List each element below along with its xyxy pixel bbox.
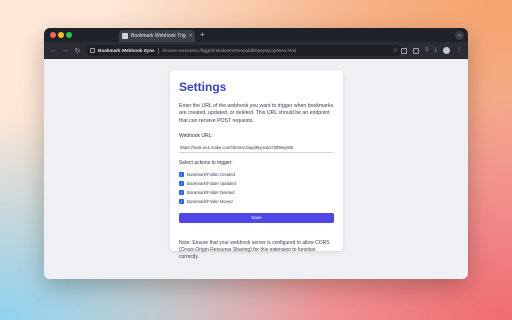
menu-icon[interactable]: ⋮	[456, 46, 462, 55]
tab-active[interactable]: Bookmark Webhook Trigger ×	[119, 30, 195, 42]
save-button[interactable]: Save	[179, 213, 334, 224]
actions-label: Select actions to trigger:	[179, 160, 233, 167]
media-icon[interactable]: ≡	[425, 46, 429, 55]
forward-icon[interactable]: →	[60, 47, 71, 55]
page-content: Settings Enter the URL of the webhook yo…	[44, 59, 468, 279]
checkbox-created-label: Bookmark/Folder Created	[187, 172, 235, 178]
action-moved-row[interactable]: ✓ Bookmark/Folder Moved	[179, 197, 334, 206]
tab-close-icon[interactable]: ×	[189, 33, 192, 39]
reload-icon[interactable]: ↻	[72, 47, 83, 55]
download-icon[interactable]: ⤓	[434, 46, 437, 55]
checkbox-deleted-label: Bookmark/Folder Deleted	[187, 190, 235, 196]
extension-puzzle-icon[interactable]	[400, 47, 407, 54]
checkbox-moved[interactable]: ✓	[179, 199, 184, 205]
url-text[interactable]: chrome-extension://bjjgbhmkaloemnhenpald…	[162, 48, 390, 53]
cors-note: Note: Ensure that your webhook server is…	[179, 240, 330, 261]
action-updated-row[interactable]: ✓ Bookmark/Folder Updated	[179, 179, 334, 188]
webhook-url-input[interactable]: https://hook.eu1.make.com/hkcimvctoqd46y…	[179, 143, 334, 154]
bookmark-star-icon[interactable]: ☆	[393, 47, 398, 54]
action-deleted-row[interactable]: ✓ Bookmark/Folder Deleted	[179, 188, 334, 197]
checkbox-updated-label: Bookmark/Folder Updated	[187, 181, 236, 187]
tab-title: Bookmark Webhook Trigger	[131, 33, 186, 39]
site-name: Bookmark Webhook Sync	[98, 48, 155, 53]
extension-favicon-icon	[122, 33, 128, 39]
back-icon[interactable]: ←	[48, 47, 59, 55]
action-created-row[interactable]: ✓ Bookmark/Folder Created	[179, 170, 334, 179]
extensions-icon[interactable]	[412, 47, 419, 54]
close-window-button[interactable]	[50, 32, 56, 38]
actions-list: ✓ Bookmark/Folder Created ✓ Bookmark/Fol…	[179, 170, 334, 206]
page-title: Settings	[179, 80, 227, 94]
minimize-window-button[interactable]	[58, 32, 64, 38]
tab-search-button[interactable]: ⌄	[455, 31, 464, 40]
new-tab-button[interactable]: +	[200, 30, 205, 40]
extension-icon	[90, 48, 95, 53]
address-divider	[157, 47, 159, 54]
checkbox-updated[interactable]: ✓	[179, 181, 184, 187]
maximize-window-button[interactable]	[66, 32, 72, 38]
browser-toolbar: ← → ↻ Bookmark Webhook Sync chrome-exten…	[44, 42, 468, 59]
checkbox-created[interactable]: ✓	[179, 172, 184, 178]
browser-window: Bookmark Webhook Trigger × + ⌄ ← → ↻ Boo…	[44, 28, 468, 279]
tab-bar: Bookmark Webhook Trigger × + ⌄	[44, 28, 468, 42]
settings-card: Settings Enter the URL of the webhook yo…	[170, 70, 343, 260]
checkbox-deleted[interactable]: ✓	[179, 190, 184, 196]
checkbox-moved-label: Bookmark/Folder Moved	[187, 199, 233, 205]
webhook-url-label: Webhook URL:	[179, 133, 213, 140]
address-bar[interactable]: Bookmark Webhook Sync chrome-extension:/…	[86, 45, 402, 56]
description-text: Enter the URL of the webhook you want to…	[179, 103, 334, 124]
profile-avatar[interactable]	[443, 47, 450, 54]
